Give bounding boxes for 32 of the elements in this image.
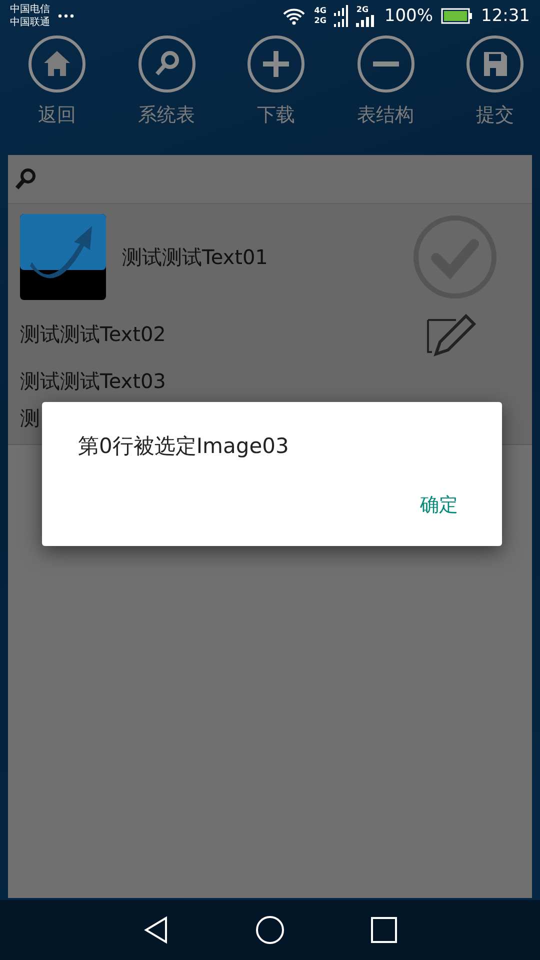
toolbar-button[interactable]: 系统表 xyxy=(132,34,202,155)
wifi-icon xyxy=(282,7,306,25)
network-label: 2G xyxy=(356,5,370,15)
recents-icon[interactable] xyxy=(371,917,397,943)
toolbar-button[interactable]: 提交 xyxy=(460,34,530,155)
signal-icon xyxy=(356,15,376,27)
list-item-text: 测 xyxy=(20,405,41,432)
clock: 12:31 xyxy=(481,6,530,26)
toolbar-button[interactable]: 下载 xyxy=(241,34,311,155)
minus-icon xyxy=(356,34,416,94)
toolbar-button[interactable]: 返回 xyxy=(22,34,92,155)
back-icon[interactable] xyxy=(143,916,169,944)
plus-icon xyxy=(246,34,306,94)
confirm-button[interactable]: 确定 xyxy=(406,486,472,524)
signal-icon xyxy=(334,5,348,27)
list-item-text: 测试测试Text02 xyxy=(20,320,166,348)
list-item-text: 测试测试Text03 xyxy=(20,368,167,395)
carrier-name: 中国联通 xyxy=(10,16,50,29)
more-icon xyxy=(58,14,74,18)
search-icon xyxy=(136,34,196,94)
list-item-title: 测试测试Text01 xyxy=(122,244,269,270)
home-icon xyxy=(27,34,87,94)
battery-icon xyxy=(441,8,473,24)
toolbar-button[interactable]: 表结构 xyxy=(350,34,420,155)
carrier-name: 中国电信 xyxy=(10,3,50,16)
dialog-message: 第0行被选定Image03 xyxy=(78,433,289,460)
network-label: 4G xyxy=(314,6,326,16)
network-label: 2G xyxy=(314,16,326,26)
battery-percent: 100% xyxy=(384,6,433,26)
save-icon xyxy=(465,34,525,94)
search-icon xyxy=(14,167,38,191)
home-icon[interactable] xyxy=(255,915,285,945)
